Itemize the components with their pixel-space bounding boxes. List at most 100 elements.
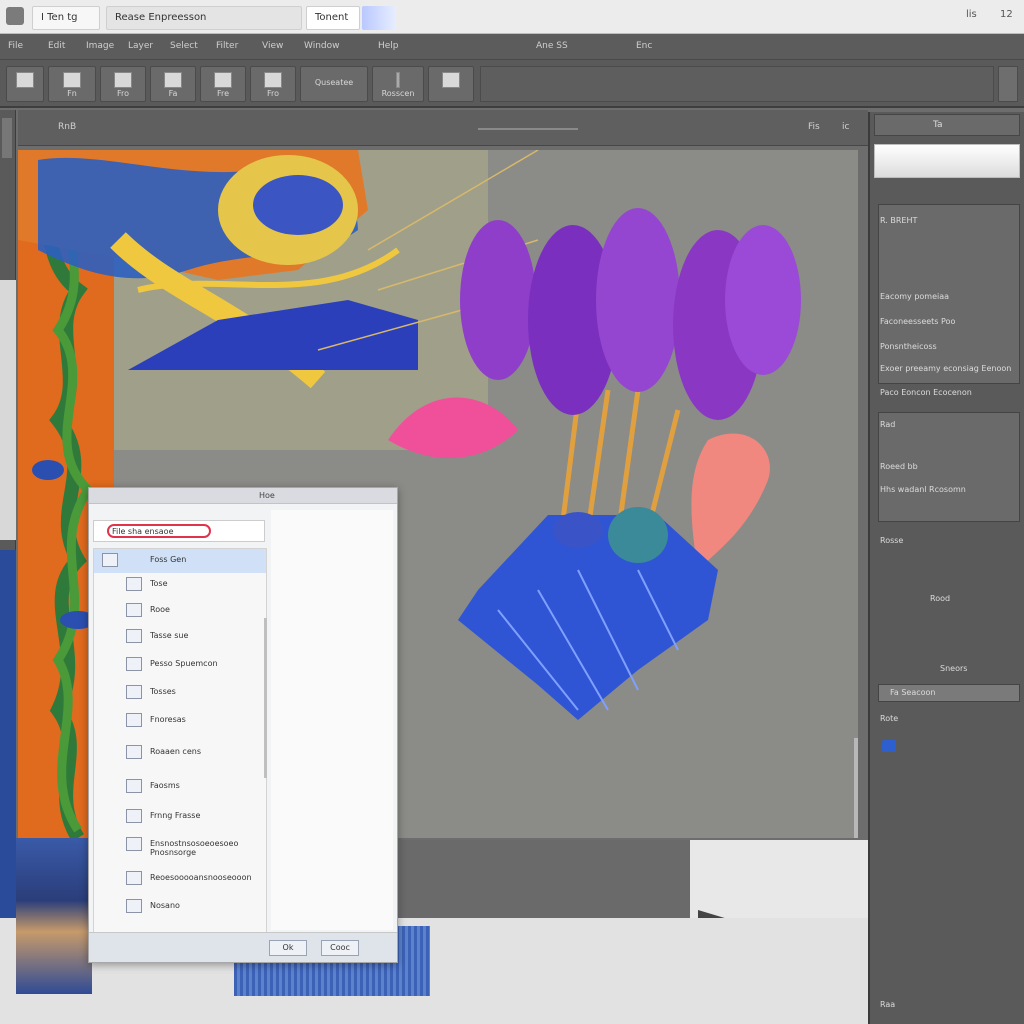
folder-icon	[102, 553, 118, 567]
tool-button-2[interactable]: Fn	[48, 66, 96, 102]
ok-button[interactable]: Ok	[269, 940, 307, 956]
list-item-label: Tosses	[150, 687, 176, 696]
menu-item-select[interactable]: Select	[170, 41, 198, 51]
list-item[interactable]: Reoesooooansnooseooon	[94, 867, 266, 891]
tool-label: Rosscen	[381, 89, 415, 98]
tab-document-3[interactable]: Tonent	[306, 6, 360, 30]
panel-row[interactable]: Roeed bb	[880, 462, 1016, 471]
panel-row[interactable]: Rad	[880, 420, 1016, 429]
panel-row[interactable]: Ponsntheicoss	[880, 342, 1016, 351]
dialog-footer: Ok Cooc	[89, 932, 397, 962]
toolbar: Fn Fro Fa Fre Fro Quseatee Rosscen	[0, 60, 1024, 108]
dialog-scrollbar[interactable]	[264, 618, 267, 778]
list-item[interactable]: Rooe	[94, 599, 266, 623]
left-tool-rail	[0, 110, 16, 1024]
divider-icon	[396, 72, 400, 88]
tab-label: I Ten tg	[41, 12, 78, 23]
tool-label: Fro	[116, 89, 130, 98]
dialog-folder-list: Foss Gen Tose Rooe Tasse sue Pesso Spuem…	[93, 548, 267, 934]
menu-item-view[interactable]: View	[262, 41, 283, 51]
panel-row[interactable]: Rote	[880, 714, 1016, 723]
file-dialog: Hoe File sha ensaoe Foss Gen Tose Rooe T…	[88, 487, 398, 963]
file-icon	[126, 837, 142, 851]
dialog-title: Hoe	[259, 491, 275, 500]
menu-item-extra-2[interactable]: Enc	[636, 41, 652, 51]
list-item-label: Pesso Spuemcon	[150, 659, 218, 668]
list-item[interactable]: Ensnostnsosoeoesoeo Pnosnsorge	[94, 833, 266, 865]
panel-row[interactable]: Sneors	[940, 664, 1016, 673]
side-thumbnail	[0, 280, 16, 540]
options-label[interactable]: ic	[842, 122, 849, 132]
list-item-label: Ensnostnsosoeoesoeo Pnosnsorge	[150, 839, 239, 857]
app-icon[interactable]	[6, 7, 24, 25]
ruler-indicator	[478, 128, 578, 130]
tool-label: Quseatee	[314, 78, 354, 87]
panel-row[interactable]: Exoer preeamy econsiag Eenoon	[880, 364, 1016, 373]
file-icon	[126, 899, 142, 913]
list-item[interactable]: Tasse sue	[94, 625, 266, 649]
canvas-scrollbar[interactable]	[854, 738, 858, 838]
list-item-selected[interactable]: Foss Gen	[94, 549, 266, 573]
thumbnail-image[interactable]	[16, 838, 92, 994]
collapse-handle[interactable]	[2, 118, 12, 158]
list-item-label: Tose	[150, 579, 168, 588]
workspace-button[interactable]	[998, 66, 1018, 102]
list-item[interactable]: Faosms	[94, 775, 266, 799]
tool-button-1[interactable]	[6, 66, 44, 102]
panel-row[interactable]: Raa	[880, 1000, 1016, 1009]
panel-row[interactable]: R. BREHT	[880, 216, 1016, 225]
list-item[interactable]: Pesso Spuemcon	[94, 653, 266, 677]
tool-button-5[interactable]: Fre	[200, 66, 246, 102]
list-item-label: Fnoresas	[150, 715, 186, 724]
list-item-label: Faosms	[150, 781, 180, 790]
menu-item-extra-1[interactable]: Ane SS	[536, 41, 568, 51]
layer-visibility-icon[interactable]	[882, 740, 896, 752]
tab-document-1[interactable]: I Ten tg	[32, 6, 100, 30]
panel-row[interactable]: Rood	[930, 594, 1016, 603]
dialog-preview-pane	[271, 510, 393, 930]
list-item[interactable]: Fnoresas	[94, 709, 266, 733]
file-icon	[126, 779, 142, 793]
tool-button-3[interactable]: Fro	[100, 66, 146, 102]
list-item[interactable]: Frnng Frasse	[94, 805, 266, 829]
list-item[interactable]: Tose	[94, 573, 266, 597]
list-item[interactable]: Nosano	[94, 895, 266, 919]
tool-label: Fa	[168, 89, 178, 98]
panel-row[interactable]: Rosse	[880, 536, 1016, 545]
menu-item-image[interactable]: Image	[86, 41, 114, 51]
window-minimize-button[interactable]: lis	[966, 9, 977, 20]
panel-row[interactable]: Paco Eoncon Ecocenon	[880, 388, 1016, 397]
tool-button-4[interactable]: Fa	[150, 66, 196, 102]
folder-icon	[126, 577, 142, 591]
tool-button-8[interactable]: Rosscen	[372, 66, 424, 102]
color-swatch-bar[interactable]	[874, 144, 1020, 178]
menu-item-help[interactable]: Help	[378, 41, 399, 51]
tool-button-9[interactable]	[428, 66, 474, 102]
brush-icon	[16, 72, 34, 88]
right-properties-panel: Ta R. BREHT Eacomy pomeiaa Faconeesseets…	[868, 112, 1024, 1024]
menu-item-file[interactable]: File	[8, 41, 23, 51]
panel-row[interactable]: Hhs wadanl Rcosomn	[880, 485, 1016, 494]
list-item[interactable]: Tosses	[94, 681, 266, 705]
list-item-label: Reoesooooansnooseooon	[150, 873, 252, 882]
highlight-annotation	[107, 524, 211, 538]
window-close-button[interactable]: 12	[1000, 9, 1013, 20]
cancel-button[interactable]: Cooc	[321, 940, 359, 956]
panel-row[interactable]: Faconeesseets Poo	[880, 317, 1016, 326]
menu-item-layer[interactable]: Layer	[128, 41, 153, 51]
tab-document-2[interactable]: Rease Enpreesson	[106, 6, 302, 30]
menu-item-edit[interactable]: Edit	[48, 41, 65, 51]
file-icon	[126, 809, 142, 823]
menu-item-filter[interactable]: Filter	[216, 41, 238, 51]
list-item[interactable]: Roaaen cens	[94, 741, 266, 765]
timeline-preview	[690, 840, 868, 918]
zoom-label[interactable]: Fis	[808, 122, 820, 132]
tool-button-7[interactable]: Quseatee	[300, 66, 368, 102]
panel-row[interactable]: Fa Seacoon	[890, 688, 1016, 697]
panel-header-label[interactable]: Ta	[933, 120, 943, 130]
menu-item-window[interactable]: Window	[304, 41, 340, 51]
title-bar: I Ten tg Rease Enpreesson Tonent lis 12	[0, 0, 1024, 34]
tool-button-6[interactable]: Fro	[250, 66, 296, 102]
tool-label: Fro	[266, 89, 280, 98]
panel-row[interactable]: Eacomy pomeiaa	[880, 292, 1016, 301]
